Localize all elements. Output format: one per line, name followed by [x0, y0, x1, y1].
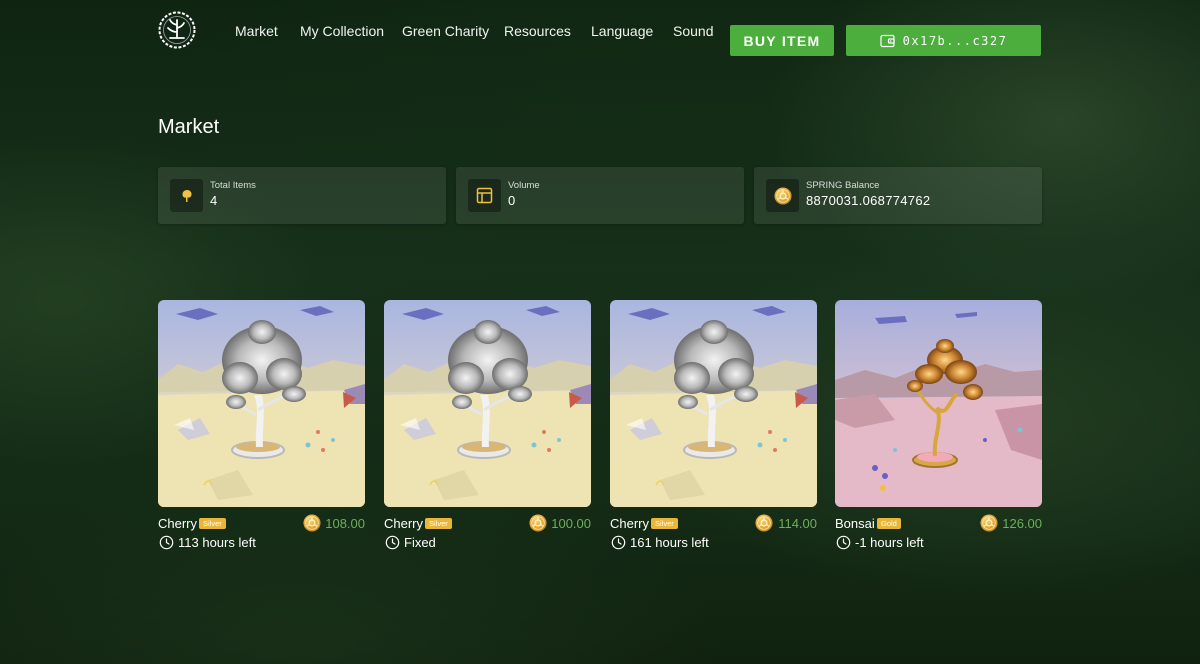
buy-item-label: BUY ITEM [743, 32, 821, 49]
time-left: Fixed [404, 535, 436, 550]
nav-link-language[interactable]: Language [591, 23, 653, 39]
time-left: 113 hours left [178, 535, 256, 550]
wallet-icon [880, 34, 895, 47]
nav-link-sound[interactable]: Sound [673, 23, 713, 39]
wallet-address: 0x17b...c327 [902, 33, 1008, 48]
market-item-card[interactable]: Bonsai Gold 126.00 -1 hours left [835, 300, 1042, 552]
stat-value: 4 [210, 193, 218, 208]
clock-icon [159, 535, 174, 550]
nav-link-resources[interactable]: Resources [504, 23, 571, 39]
stat-total-items: Total Items 4 [158, 167, 446, 224]
coin-icon [303, 514, 321, 532]
nav-link-market[interactable]: Market [235, 23, 278, 39]
item-price: 126.00 [1002, 516, 1042, 531]
stat-volume: Volume 0 [456, 167, 744, 224]
item-image[interactable] [158, 300, 365, 507]
item-name: Cherry [158, 516, 198, 531]
item-price: 100.00 [551, 516, 591, 531]
item-image[interactable] [610, 300, 817, 507]
coin-icon [755, 514, 773, 532]
coin-icon [529, 514, 547, 532]
time-left: 161 hours left [630, 535, 709, 550]
tier-badge: Gold [877, 518, 901, 529]
tier-badge: Silver [199, 518, 226, 529]
tree-icon [170, 179, 203, 212]
market-item-card[interactable]: Cherry Silver 100.00 Fixed [384, 300, 591, 552]
clock-icon [385, 535, 400, 550]
market-item-card[interactable]: Cherry Silver 108.00 113 hours left [158, 300, 365, 552]
item-price: 114.00 [778, 516, 817, 531]
buy-item-button[interactable]: BUY ITEM [730, 25, 834, 56]
stat-label: Total Items [210, 180, 256, 191]
clock-icon [836, 535, 851, 550]
item-name: Cherry [610, 516, 650, 531]
stat-spring-balance: SPRING Balance 8870031.068774762 [754, 167, 1042, 224]
stat-value: 0 [508, 193, 516, 208]
clock-icon [611, 535, 626, 550]
logo-icon[interactable] [158, 11, 196, 49]
coin-icon [766, 179, 799, 212]
market-item-card[interactable]: Cherry Silver 114.00 161 hours left [610, 300, 817, 552]
item-image[interactable] [835, 300, 1042, 507]
tier-badge: Silver [651, 518, 678, 529]
coin-icon [980, 514, 998, 532]
layout-icon [468, 179, 501, 212]
stat-value: 8870031.068774762 [806, 193, 931, 208]
nav-link-my-collection[interactable]: My Collection [300, 23, 384, 39]
item-image[interactable] [384, 300, 591, 507]
tier-badge: Silver [425, 518, 452, 529]
wallet-button[interactable]: 0x17b...c327 [846, 25, 1041, 56]
stat-label: Volume [508, 180, 540, 191]
stat-label: SPRING Balance [806, 180, 880, 191]
item-price: 108.00 [325, 516, 365, 531]
page-title: Market [158, 116, 220, 138]
item-name: Bonsai [835, 516, 875, 531]
item-name: Cherry [384, 516, 424, 531]
top-nav: Market My Collection Green Charity Resou… [0, 0, 1200, 64]
nav-link-green-charity[interactable]: Green Charity [402, 23, 489, 39]
time-left: -1 hours left [855, 535, 924, 550]
